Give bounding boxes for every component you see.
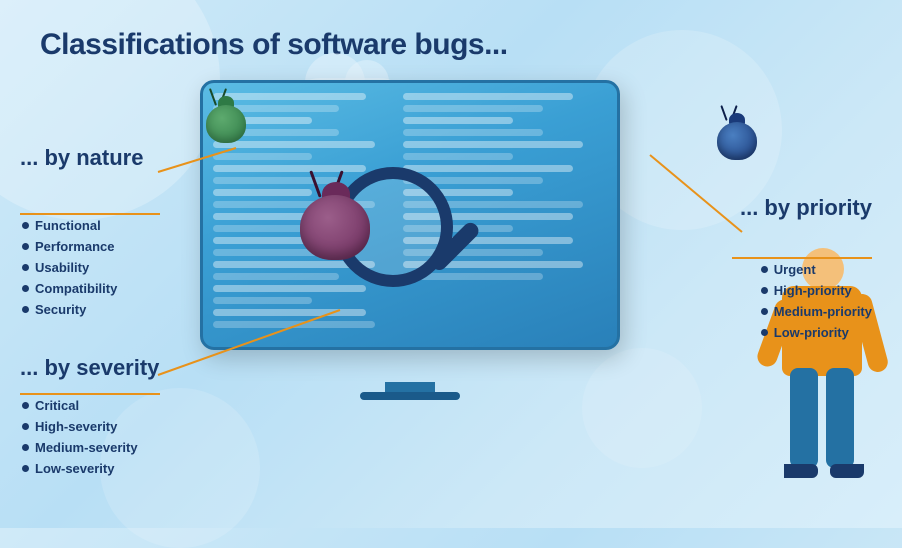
list-item-text: Low-severity [35, 461, 114, 476]
bullet-icon [22, 222, 29, 229]
list-item-text: Security [35, 302, 86, 317]
by-priority-list: Urgent High-priority Medium-priority Low… [761, 262, 872, 346]
list-item-text: Critical [35, 398, 79, 413]
bullet-icon [22, 444, 29, 451]
list-item: Low-severity [22, 461, 138, 476]
person-foot-right [830, 464, 864, 478]
list-item: High-severity [22, 419, 138, 434]
list-item-text: Medium-priority [774, 304, 872, 319]
bug-green-icon [198, 88, 253, 143]
list-item: Critical [22, 398, 138, 413]
list-item: Security [22, 302, 117, 317]
list-item-text: Usability [35, 260, 89, 275]
list-item: Usability [22, 260, 117, 275]
list-item: Functional [22, 218, 117, 233]
list-item: Performance [22, 239, 117, 254]
by-severity-list: Critical High-severity Medium-severity L… [22, 398, 138, 482]
list-item: Compatibility [22, 281, 117, 296]
list-item: Medium-severity [22, 440, 138, 455]
bullet-icon [22, 423, 29, 430]
by-nature-list: Functional Performance Usability Compati… [22, 218, 117, 323]
monitor-illustration [200, 80, 660, 400]
list-item-text: High-priority [774, 283, 852, 298]
bullet-icon [22, 306, 29, 313]
list-item: Urgent [761, 262, 872, 277]
by-priority-label: ... by priority [740, 195, 872, 221]
list-item: High-priority [761, 283, 872, 298]
list-item-text: Compatibility [35, 281, 117, 296]
monitor-screen [200, 80, 620, 350]
person-leg-left [790, 368, 818, 468]
divider-nature [20, 213, 160, 215]
bullet-icon [22, 285, 29, 292]
monitor-base [360, 392, 460, 400]
list-item-text: Urgent [774, 262, 816, 277]
list-item: Medium-priority [761, 304, 872, 319]
list-item-text: High-severity [35, 419, 117, 434]
bullet-icon [22, 465, 29, 472]
by-severity-label: ... by severity [20, 355, 159, 381]
list-item-text: Low-priority [774, 325, 849, 340]
bullet-icon [22, 402, 29, 409]
by-nature-label: ... by nature [20, 145, 143, 171]
list-item-text: Medium-severity [35, 440, 138, 455]
person-leg-right [826, 368, 854, 468]
page-title: Classifications of software bugs... [40, 28, 508, 62]
divider-priority [732, 257, 872, 259]
bug-purple-icon [290, 170, 380, 260]
bullet-icon [761, 287, 768, 294]
bug-blue-icon [709, 105, 764, 160]
bullet-icon [22, 264, 29, 271]
bullet-icon [761, 266, 768, 273]
person-foot-left [784, 464, 818, 478]
bullet-icon [761, 308, 768, 315]
bullet-icon [761, 329, 768, 336]
bullet-icon [22, 243, 29, 250]
list-item-text: Functional [35, 218, 101, 233]
list-item: Low-priority [761, 325, 872, 340]
list-item-text: Performance [35, 239, 114, 254]
divider-severity [20, 393, 160, 395]
